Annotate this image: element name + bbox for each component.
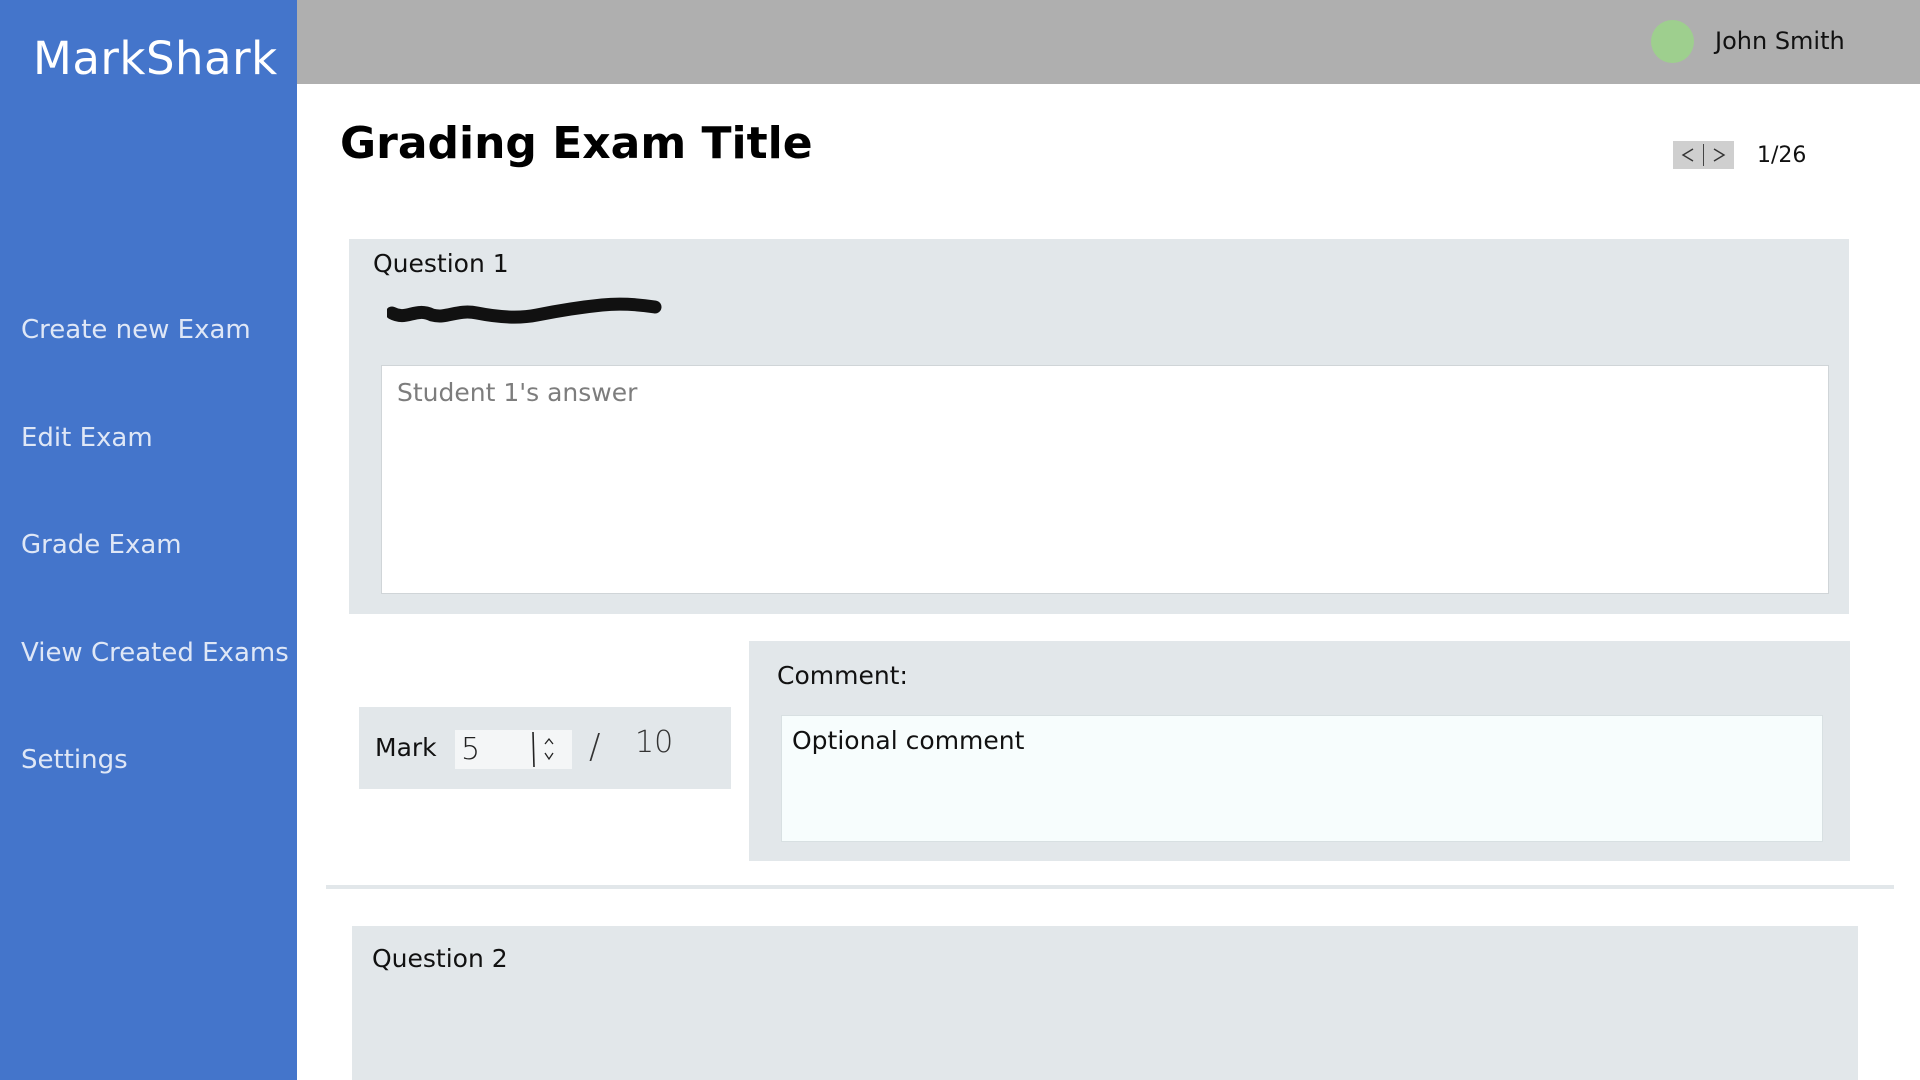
student-answer-box[interactable]: Student 1's answer — [381, 365, 1829, 594]
stepper-down-icon — [544, 752, 554, 761]
chevron-left-icon — [1681, 148, 1694, 162]
user-name[interactable]: John Smith — [1715, 27, 1845, 55]
mark-max: 10 — [635, 725, 674, 760]
mark-separator: / — [589, 727, 601, 767]
question-card: Question 1 Student 1's answer — [349, 239, 1849, 614]
sidebar-item-grade-exam[interactable]: Grade Exam — [21, 530, 289, 638]
question-divider — [326, 885, 1894, 889]
next-student-button[interactable] — [1704, 141, 1734, 169]
previous-student-button[interactable] — [1673, 141, 1703, 169]
page-title: Grading Exam Title — [340, 118, 813, 169]
comment-label: Comment: — [777, 661, 908, 690]
mark-panel: Mark 5 / 10 — [359, 707, 731, 789]
mark-value: 5 — [461, 732, 481, 767]
student-pager — [1673, 141, 1734, 169]
sidebar-item-create-new-exam[interactable]: Create new Exam — [21, 315, 289, 423]
sidebar-item-settings[interactable]: Settings — [21, 745, 289, 853]
sidebar-item-edit-exam[interactable]: Edit Exam — [21, 423, 289, 531]
sidebar-item-view-created-exams[interactable]: View Created Exams — [21, 638, 289, 746]
mark-label: Mark — [375, 733, 437, 762]
mark-input[interactable]: 5 — [455, 730, 572, 769]
redacted-question-text — [387, 297, 662, 324]
sidebar-nav: Create new Exam Edit Exam Grade Exam Vie… — [21, 315, 289, 853]
avatar[interactable] — [1651, 20, 1694, 63]
stepper-up-icon — [544, 737, 554, 745]
question-title: Question 2 — [372, 944, 508, 973]
student-counter: 1/26 — [1757, 143, 1807, 168]
question-title: Question 1 — [373, 249, 509, 278]
sidebar: MarkShark Create new Exam Edit Exam Grad… — [0, 0, 297, 1080]
comment-panel: Comment: Optional comment — [749, 641, 1850, 861]
question-card: Question 2 — [352, 926, 1858, 1080]
comment-field[interactable]: Optional comment — [781, 715, 1823, 842]
app-logo[interactable]: MarkShark — [33, 32, 278, 85]
student-answer-text: Student 1's answer — [397, 378, 638, 407]
comment-placeholder: Optional comment — [792, 726, 1025, 755]
chevron-right-icon — [1713, 148, 1726, 162]
mark-stepper[interactable] — [531, 732, 567, 767]
